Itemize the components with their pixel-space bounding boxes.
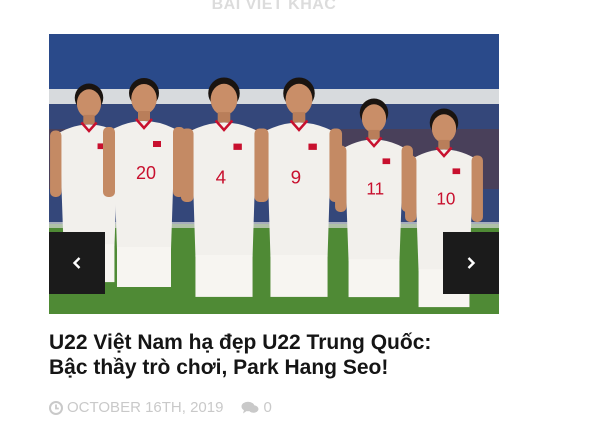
publish-date: October 16th, 2019 — [67, 399, 224, 416]
comment-count[interactable]: 0 — [263, 399, 271, 416]
jersey-number: 4 — [216, 168, 227, 189]
chevron-left-icon — [72, 257, 81, 269]
previous-slide-button[interactable] — [49, 232, 105, 294]
next-slide-button[interactable] — [443, 232, 499, 294]
article-meta: October 16th, 2019 0 — [49, 399, 272, 416]
article-title-line2[interactable]: Bậc thầy trò chơi, Park Hang Seo! — [49, 356, 388, 379]
jersey-number: 20 — [136, 163, 156, 183]
clock-icon — [49, 400, 63, 415]
chevron-right-icon — [467, 257, 476, 269]
slide-photo[interactable]: 20 4 9 11 10 — [49, 34, 499, 314]
jersey-number: 10 — [436, 190, 455, 209]
jersey-number: 9 — [291, 168, 302, 189]
comments-link[interactable]: 0 — [241, 399, 272, 416]
section-title: BÀI VIẾT KHÁC — [211, 0, 337, 13]
article-title-line1[interactable]: U22 Việt Nam hạ đẹp U22 Trung Quốc: — [49, 331, 431, 354]
comments-icon — [241, 401, 259, 413]
article-title[interactable]: U22 Việt Nam hạ đẹp U22 Trung Quốc: Bậc … — [49, 330, 569, 380]
image-slider[interactable]: 20 4 9 11 10 — [49, 34, 499, 314]
jersey-number: 11 — [366, 180, 384, 199]
